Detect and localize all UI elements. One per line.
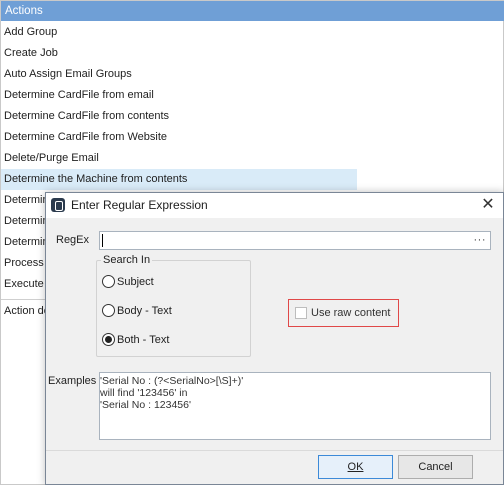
action-item[interactable]: Determine CardFile from email bbox=[1, 85, 357, 106]
cancel-button[interactable]: Cancel bbox=[398, 455, 473, 479]
ok-button-label: OK bbox=[347, 461, 364, 473]
use-raw-content-checkbox[interactable] bbox=[295, 307, 307, 319]
actions-header[interactable]: Actions bbox=[1, 1, 504, 21]
radio-label: Body - Text bbox=[117, 305, 172, 317]
regex-dialog: Enter Regular Expression ✕ RegEx ··· Sea… bbox=[45, 192, 504, 485]
action-item[interactable]: Determine CardFile from Website bbox=[1, 127, 357, 148]
use-raw-content-highlight: Use raw content bbox=[288, 299, 399, 327]
radio-label: Both - Text bbox=[117, 334, 170, 346]
example-line: will find '123456' in bbox=[100, 387, 188, 399]
action-item-selected[interactable]: Determine the Machine from contents bbox=[1, 169, 357, 190]
radio-button[interactable] bbox=[102, 275, 115, 288]
radio-label: Subject bbox=[117, 276, 154, 288]
regex-label: RegEx bbox=[56, 234, 90, 246]
regex-input[interactable]: ··· bbox=[99, 231, 491, 250]
dialog-title: Enter Regular Expression bbox=[71, 198, 208, 212]
search-in-title: Search In bbox=[101, 254, 153, 267]
action-detail-label: Action de bbox=[4, 305, 50, 317]
text-caret bbox=[102, 234, 103, 247]
ok-button[interactable]: OK bbox=[318, 455, 393, 479]
action-item[interactable]: Determine CardFile from contents bbox=[1, 106, 357, 127]
radio-button-checked[interactable] bbox=[102, 333, 115, 346]
action-item[interactable]: Create Job bbox=[1, 43, 357, 64]
dialog-titlebar[interactable]: Enter Regular Expression ✕ bbox=[46, 193, 503, 218]
close-icon[interactable]: ✕ bbox=[477, 196, 499, 215]
examples-label: Examples bbox=[48, 375, 97, 387]
ellipsis-button[interactable]: ··· bbox=[474, 232, 487, 248]
action-item[interactable]: Delete/Purge Email bbox=[1, 148, 357, 169]
action-item[interactable]: Auto Assign Email Groups bbox=[1, 64, 357, 85]
radio-button[interactable] bbox=[102, 304, 115, 317]
app-icon bbox=[51, 198, 65, 212]
example-line: 'Serial No : (?<SerialNo>[\S]+)' bbox=[100, 375, 244, 387]
example-line: 'Serial No : 123456' bbox=[100, 399, 191, 411]
use-raw-content-label[interactable]: Use raw content bbox=[311, 300, 390, 327]
action-item[interactable]: Add Group bbox=[1, 22, 357, 43]
examples-textarea[interactable]: 'Serial No : (?<SerialNo>[\S]+)' will fi… bbox=[99, 372, 491, 440]
